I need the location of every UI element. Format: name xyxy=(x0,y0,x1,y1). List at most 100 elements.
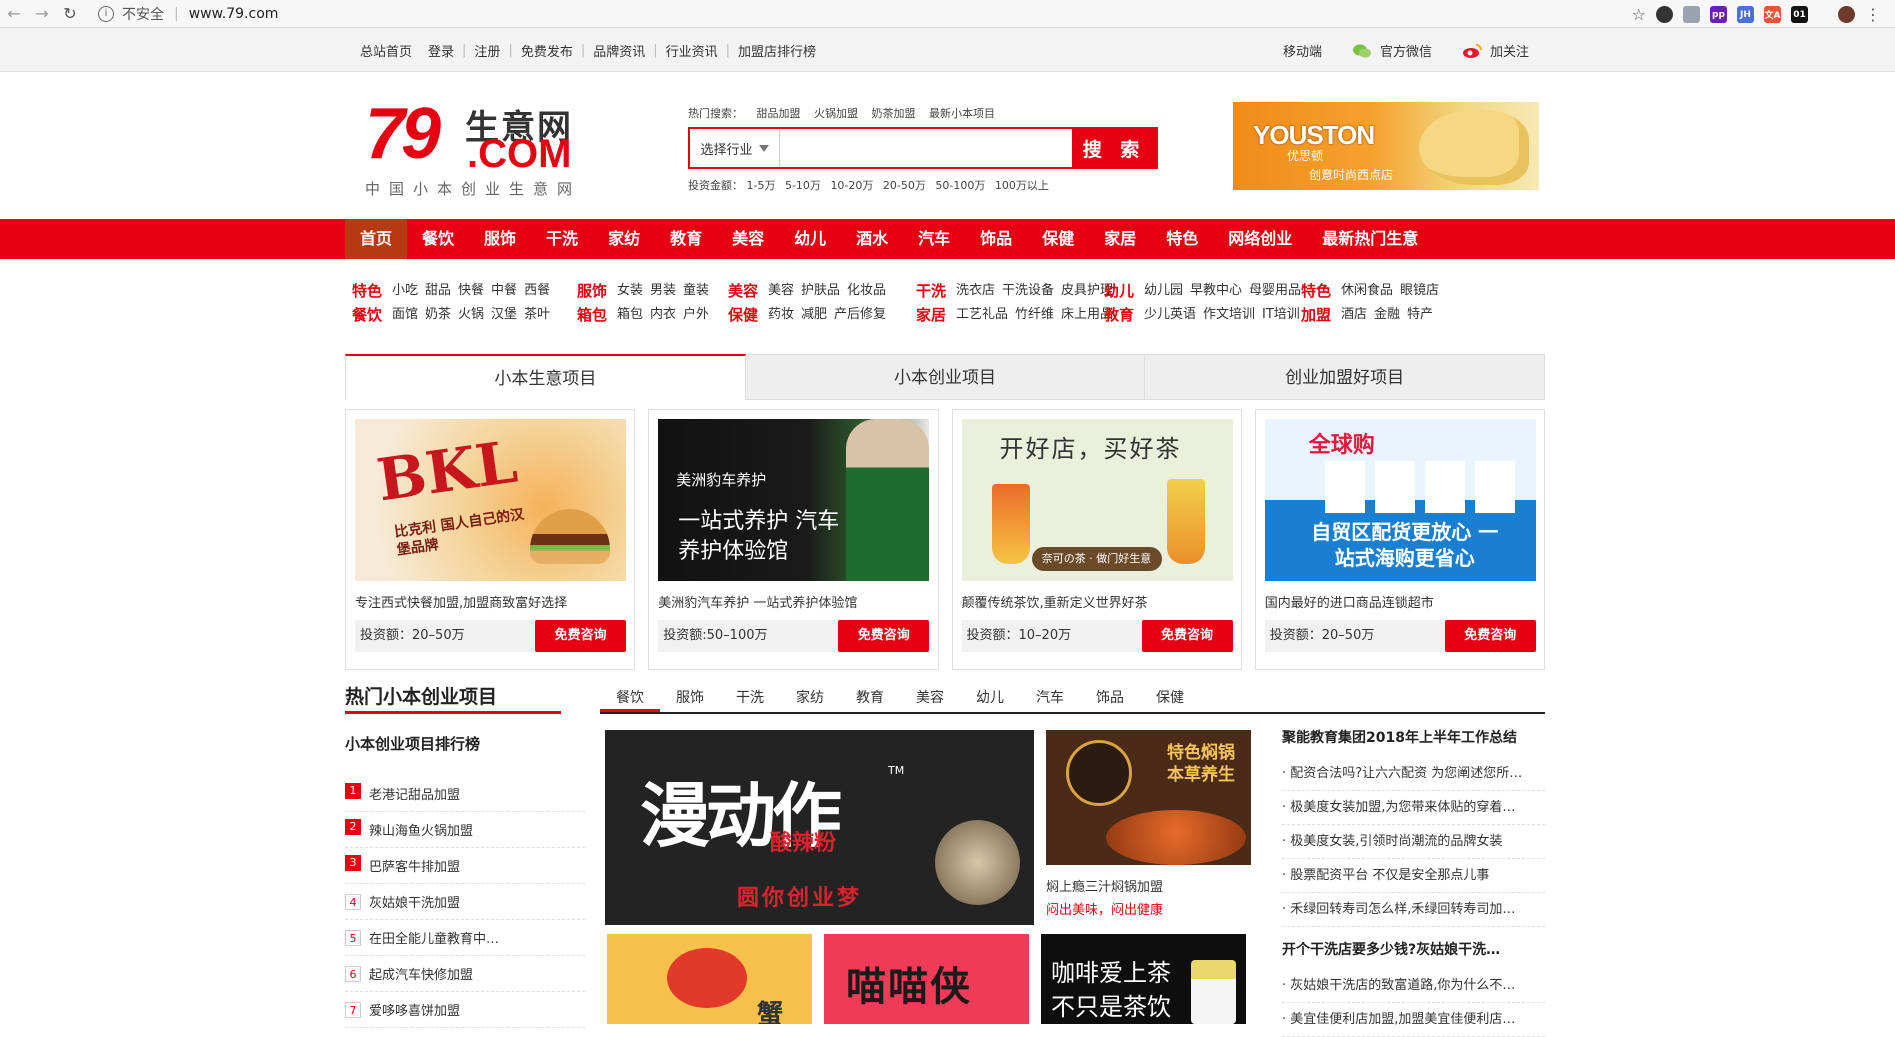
header-ad-banner[interactable]: YOUSTON 优思顿 创意时尚西点店 xyxy=(1233,102,1539,190)
invest-link[interactable]: 10-20万 xyxy=(830,179,873,192)
hot-search-link[interactable]: 甜品加盟 xyxy=(757,107,801,120)
back-icon[interactable]: ← xyxy=(0,4,28,23)
category-link[interactable]: 特产 xyxy=(1407,307,1433,322)
nav-item[interactable]: 家纺 xyxy=(593,219,655,259)
hot-search-link[interactable]: 奶茶加盟 xyxy=(872,107,916,120)
topbar-link-publish[interactable]: 免费发布 xyxy=(513,41,581,60)
category-link[interactable]: 护肤品 xyxy=(801,283,840,298)
wechat-link[interactable]: 官方微信 xyxy=(1380,41,1432,60)
category-title[interactable]: 特色 餐饮 xyxy=(352,279,392,327)
card-image-naike-tea[interactable]: 开好店，买好茶 奈可の茶 · 做门好生意 xyxy=(961,419,1233,581)
category-link[interactable]: 竹纤维 xyxy=(1015,307,1054,322)
project-card[interactable]: 美洲豹车养护 一站式养护 汽车养护体验馆 美洲豹汽车养护 一站式养护体验馆 投资… xyxy=(648,409,939,670)
category-link[interactable]: 减肥 xyxy=(801,307,827,322)
news-item[interactable]: 极美度女装加盟,为您带来体贴的穿着… xyxy=(1282,791,1545,825)
tab-small-business[interactable]: 小本生意项目 xyxy=(345,354,746,400)
nav-item[interactable]: 服饰 xyxy=(469,219,531,259)
category-title[interactable]: 幼儿 教育 xyxy=(1104,279,1144,327)
news-item[interactable]: 灰姑娘干洗店的致富道路,你为什么不… xyxy=(1282,969,1545,1003)
thumb-crab[interactable]: 蟹 xyxy=(607,934,812,1024)
card-desc[interactable]: 专注西式快餐加盟,加盟商致富好选择 xyxy=(355,592,567,611)
invest-link[interactable]: 20-50万 xyxy=(883,179,926,192)
news-item[interactable]: 配资合法吗?让六六配资 为您阐述您所… xyxy=(1282,757,1545,791)
category-link[interactable]: 甜品 xyxy=(425,283,451,298)
category-link[interactable]: 面馆 xyxy=(392,307,418,322)
category-link[interactable]: 作文培训 xyxy=(1203,307,1255,322)
nav-item[interactable]: 酒水 xyxy=(841,219,903,259)
github-icon[interactable] xyxy=(1656,6,1673,23)
hot-tab[interactable]: 餐饮 xyxy=(600,680,660,712)
site-logo[interactable]: 79 生意网 .COM 中国小本创业生意网 xyxy=(365,94,605,198)
category-link[interactable]: 茶叶 xyxy=(524,307,550,322)
security-label[interactable]: 不安全 xyxy=(122,4,164,24)
nav-item[interactable]: 首页 xyxy=(345,219,408,259)
side-item-name[interactable]: 焖上瘾三汁焖锅加盟 xyxy=(1046,876,1163,895)
topbar-link-ranking[interactable]: 加盟店排行榜 xyxy=(730,41,824,60)
nav-item[interactable]: 餐饮 xyxy=(407,219,469,259)
news-item[interactable]: 极美度女装,引领时尚潮流的品牌女装 xyxy=(1282,825,1545,859)
card-image-global-purchase[interactable]: 全球购 自贸区配货更放心 一站式海购更省心 xyxy=(1264,419,1536,581)
hot-tab[interactable]: 服饰 xyxy=(660,680,720,712)
category-link[interactable]: 工艺礼品 xyxy=(956,307,1008,322)
hot-tab[interactable]: 汽车 xyxy=(1020,680,1080,712)
reload-icon[interactable]: ↻ xyxy=(56,4,84,23)
ranking-item[interactable]: 7 爱哆哆喜饼加盟 xyxy=(345,992,585,1028)
category-link[interactable]: 快餐 xyxy=(458,283,484,298)
mobile-link[interactable]: 移动端 xyxy=(1283,41,1322,60)
card-image-bkl[interactable]: BKL 比克利 国人自己的汉堡品牌 xyxy=(355,419,626,581)
address-bar[interactable]: www.79.com xyxy=(189,6,279,22)
nav-item[interactable]: 特色 xyxy=(1151,219,1213,259)
category-title[interactable]: 美容 保健 xyxy=(728,279,768,327)
hot-tab[interactable]: 美容 xyxy=(900,680,960,712)
hot-tab[interactable]: 干洗 xyxy=(720,680,780,712)
category-link[interactable]: 中餐 xyxy=(491,283,517,298)
topbar-link-brand-news[interactable]: 品牌资讯 xyxy=(585,41,653,60)
translate-icon[interactable]: 文A xyxy=(1764,6,1781,23)
category-link[interactable]: 干洗设备 xyxy=(1002,283,1054,298)
nav-item[interactable]: 美容 xyxy=(717,219,779,259)
nav-item[interactable]: 幼儿 xyxy=(779,219,841,259)
menu-icon[interactable]: ⋮ xyxy=(1865,5,1881,24)
project-card[interactable]: 全球购 自贸区配货更放心 一站式海购更省心 国内最好的进口商品连锁超市 投资额：… xyxy=(1254,409,1545,670)
category-link[interactable]: 男装 xyxy=(650,283,676,298)
category-link[interactable]: 休闲食品 xyxy=(1341,283,1393,298)
side-image-menshangyin[interactable]: 特色焖锅 本草养生 xyxy=(1046,730,1251,865)
category-link[interactable]: 美容 xyxy=(768,283,794,298)
news-item[interactable]: 禾绿回转寿司怎么样,禾绿回转寿司加… xyxy=(1282,893,1545,927)
thumb-miaomiaoxia[interactable]: 喵喵侠 xyxy=(824,934,1029,1024)
category-link[interactable]: 少儿英语 xyxy=(1144,307,1196,322)
card-desc[interactable]: 颠覆传统茶饮,重新定义世界好茶 xyxy=(962,592,1148,611)
ranking-item[interactable]: 6 起成汽车快修加盟 xyxy=(345,956,585,992)
hot-tab[interactable]: 幼儿 xyxy=(960,680,1020,712)
news-item[interactable]: 股票配资平台 不仅是安全那点儿事 xyxy=(1282,859,1545,893)
news-item[interactable]: 美宜佳便利店加盟,加盟美宜佳便利店… xyxy=(1282,1003,1545,1037)
jh-icon[interactable]: JH xyxy=(1737,6,1754,23)
search-button[interactable]: 搜 索 xyxy=(1072,129,1156,167)
hot-search-link[interactable]: 最新小本项目 xyxy=(929,107,995,120)
nav-item[interactable]: 干洗 xyxy=(531,219,593,259)
nav-item[interactable]: 饰品 xyxy=(965,219,1027,259)
category-link[interactable]: 洗衣店 xyxy=(956,283,995,298)
free-consult-button[interactable]: 免费咨询 xyxy=(1141,620,1233,652)
ranking-item[interactable]: 5 在田全能儿童教育中… xyxy=(345,920,585,956)
category-link[interactable]: 箱包 xyxy=(617,307,643,322)
nav-item[interactable]: 网络创业 xyxy=(1213,219,1307,259)
ranking-item[interactable]: 4 灰姑娘干洗加盟 xyxy=(345,884,585,920)
category-link[interactable]: 金融 xyxy=(1374,307,1400,322)
weibo-link[interactable]: 加关注 xyxy=(1490,41,1529,60)
topbar-link-home[interactable]: 总站首页 xyxy=(352,41,420,60)
nav-item[interactable]: 汽车 xyxy=(903,219,965,259)
free-consult-button[interactable]: 免费咨询 xyxy=(838,620,930,652)
topbar-link-register[interactable]: 注册 xyxy=(466,41,508,60)
category-link[interactable]: 母婴用品 xyxy=(1249,283,1301,298)
category-link[interactable]: 小吃 xyxy=(392,283,418,298)
category-link[interactable]: 奶茶 xyxy=(425,307,451,322)
info-icon[interactable]: i xyxy=(98,5,114,22)
ranking-item[interactable]: 2 辣山海鱼火锅加盟 xyxy=(345,812,585,848)
project-card[interactable]: 开好店，买好茶 奈可の茶 · 做门好生意 颠覆传统茶饮,重新定义世界好茶 投资额… xyxy=(951,409,1242,670)
category-title[interactable]: 干洗 家居 xyxy=(916,279,956,327)
avatar[interactable] xyxy=(1838,6,1855,23)
thumb-coffee-tea[interactable]: 咖啡爱上茶 不只是茶饮 xyxy=(1041,934,1246,1024)
invest-link[interactable]: 1-5万 xyxy=(747,179,776,192)
tab-franchise[interactable]: 创业加盟好项目 xyxy=(1145,354,1546,400)
